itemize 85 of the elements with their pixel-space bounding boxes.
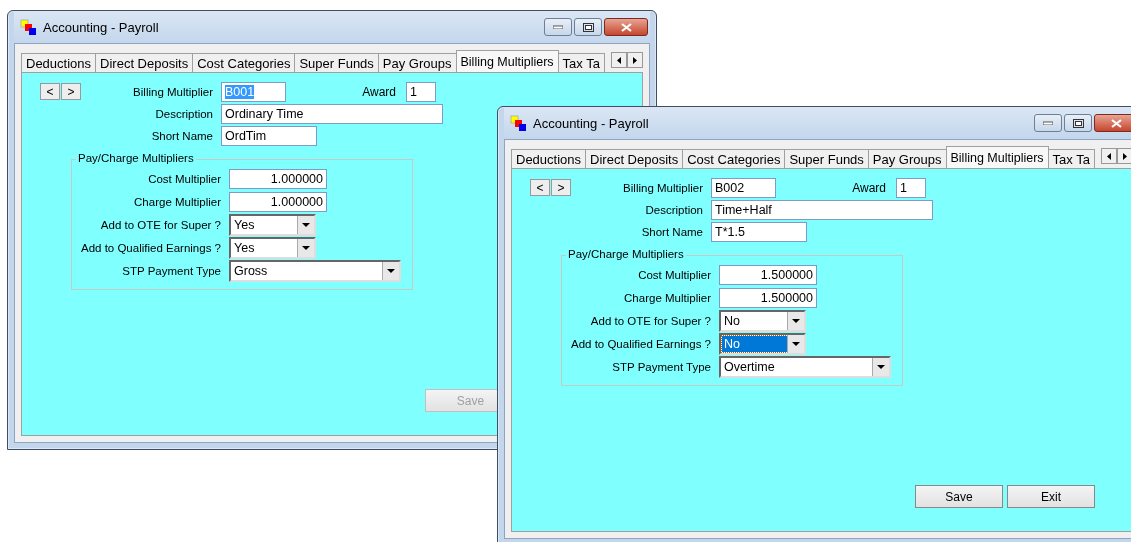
dropdown-arrow-icon — [302, 223, 310, 227]
field-label: Charge Multiplier — [623, 292, 712, 304]
tab[interactable]: Super Funds — [784, 149, 869, 168]
tab[interactable]: Direct Deposits — [95, 53, 194, 72]
tab[interactable]: Cost Categories — [192, 53, 296, 72]
text-field[interactable]: OrdTim — [221, 125, 317, 146]
text-field[interactable]: Ordinary Time — [221, 103, 443, 124]
nav-button[interactable]: > — [551, 179, 571, 196]
right-arrow-icon — [633, 56, 637, 64]
exit-button[interactable]: Exit — [1007, 485, 1095, 508]
text-field[interactable]: 1.500000 — [719, 288, 817, 308]
field-label: Description — [154, 107, 214, 120]
save-button[interactable]: Save — [915, 485, 1003, 508]
dropdown[interactable]: Yes — [229, 237, 316, 259]
tab[interactable]: Billing Multipliers — [455, 50, 559, 72]
scroll-right-button[interactable] — [627, 52, 643, 68]
text-field[interactable]: 1 — [406, 81, 436, 102]
field-label: Add to Qualified Earnings ? — [80, 242, 222, 254]
scroll-left-button[interactable] — [1101, 148, 1117, 164]
tab[interactable]: Super Funds — [294, 53, 379, 72]
text-field[interactable]: 1.000000 — [229, 192, 327, 212]
text-field[interactable]: T*1.5 — [711, 221, 807, 242]
tab[interactable]: Pay Groups — [867, 149, 947, 168]
tab[interactable]: Billing Multipliers — [945, 146, 1049, 168]
minimize-icon — [553, 25, 563, 29]
text-field[interactable]: B002 — [711, 177, 776, 198]
close-icon — [1110, 118, 1122, 128]
dropdown[interactable]: Yes — [229, 214, 316, 236]
field-label: Award — [361, 84, 397, 99]
field-label: Cost Multiplier — [147, 173, 222, 185]
maximize-icon — [582, 22, 594, 32]
dropdown[interactable]: Overtime — [719, 356, 891, 378]
field-label: Award — [851, 180, 887, 195]
tab[interactable]: Tax Ta — [557, 53, 605, 72]
field-label: Add to Qualified Earnings ? — [570, 338, 712, 350]
right-arrow-icon — [1123, 152, 1127, 160]
text-field[interactable]: 1.500000 — [719, 265, 817, 285]
field-label: Add to OTE for Super ? — [589, 315, 712, 327]
dropdown-arrow-icon — [792, 342, 800, 346]
field-label: STP Payment Type — [611, 361, 712, 373]
field-label: Cost Multiplier — [637, 269, 712, 281]
nav-button[interactable]: < — [40, 83, 60, 100]
field-label: Short Name — [150, 129, 214, 142]
text-field[interactable]: 1.000000 — [229, 169, 327, 189]
minimize-icon — [1043, 121, 1053, 125]
dropdown[interactable]: Gross — [229, 260, 401, 282]
field-label: Add to OTE for Super ? — [99, 219, 222, 231]
group-title: Pay/Charge Multipliers — [76, 152, 196, 164]
field-label: Billing Multiplier — [133, 85, 213, 98]
window-title: Accounting - Payroll — [533, 115, 649, 131]
group-title: Pay/Charge Multipliers — [566, 248, 686, 260]
left-arrow-icon — [1107, 152, 1111, 160]
nav-button[interactable]: < — [530, 179, 550, 196]
nav-button[interactable]: > — [61, 83, 81, 100]
dropdown-arrow-icon — [302, 246, 310, 250]
window-title: Accounting - Payroll — [43, 19, 159, 35]
tab[interactable]: Tax Ta — [1047, 149, 1095, 168]
field-label: Billing Multiplier — [623, 181, 703, 194]
tab[interactable]: Direct Deposits — [585, 149, 684, 168]
maximize-button[interactable] — [1064, 114, 1092, 132]
dropdown-arrow-icon — [877, 365, 885, 369]
dropdown[interactable]: No — [719, 310, 806, 332]
text-field[interactable]: 1 — [896, 177, 926, 198]
text-field[interactable]: Time+Half — [711, 199, 933, 220]
maximize-button[interactable] — [574, 18, 602, 36]
close-icon — [620, 22, 632, 32]
scroll-left-button[interactable] — [611, 52, 627, 68]
maximize-icon — [1072, 118, 1084, 128]
left-arrow-icon — [617, 56, 621, 64]
dropdown[interactable]: No — [719, 333, 806, 355]
app-icon — [20, 18, 37, 36]
field-label: STP Payment Type — [121, 265, 222, 277]
scroll-right-button[interactable] — [1117, 148, 1131, 164]
field-label: Description — [644, 203, 704, 216]
field-label: Charge Multiplier — [133, 196, 222, 208]
field-label: Short Name — [640, 225, 704, 238]
tab[interactable]: Deductions — [21, 53, 97, 72]
tab[interactable]: Pay Groups — [377, 53, 457, 72]
app-icon — [510, 114, 527, 132]
tab[interactable]: Cost Categories — [682, 149, 786, 168]
close-button[interactable] — [1094, 114, 1131, 132]
close-button[interactable] — [604, 18, 648, 36]
dropdown-arrow-icon — [792, 319, 800, 323]
tab[interactable]: Deductions — [511, 149, 587, 168]
dropdown-arrow-icon — [387, 269, 395, 273]
